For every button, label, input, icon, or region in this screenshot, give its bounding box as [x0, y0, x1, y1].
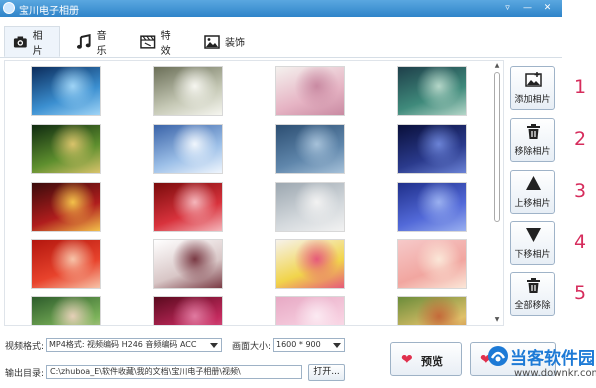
title-bar: 宝川电子相册 ▿ — ✕ [0, 0, 562, 17]
photo-thumbnail[interactable] [31, 66, 101, 116]
photo-thumbnail[interactable] [153, 124, 223, 174]
frame-size-value: 1600 * 900 [276, 340, 321, 349]
video-format-select[interactable]: MP4格式: 视频编码 H246 音频编码 ACC [46, 338, 222, 352]
photo-thumbnail[interactable] [397, 124, 467, 174]
output-dir-input[interactable]: C:\zhuboa_E\软件收藏\我的文档\宝川电子相册\视频\ [46, 365, 302, 379]
photo-thumbnail[interactable] [31, 124, 101, 174]
preview-label: 预览 [421, 355, 443, 368]
photo-thumbnail[interactable] [275, 182, 345, 232]
photo-thumbnail[interactable] [275, 296, 345, 325]
photo-thumbnail[interactable] [31, 182, 101, 232]
chevron-down-icon [210, 343, 218, 348]
remove-all-label: 全部移除 [514, 301, 551, 311]
tab-bar: 相片 音乐 特效 装饰 [0, 26, 562, 58]
close-icon[interactable]: ✕ [540, 1, 555, 15]
photo-thumbnail[interactable] [275, 66, 345, 116]
open-folder-button[interactable]: 打开... [308, 364, 345, 381]
music-note-icon [76, 33, 91, 49]
move-up-label: 上移相片 [514, 199, 551, 209]
watermark-text: 当客软件园 [510, 349, 595, 369]
tab-photos[interactable]: 相片 [4, 26, 60, 57]
add-photo-icon [525, 72, 542, 87]
move-down-label: 下移相片 [514, 250, 551, 260]
tab-photos-label: 相片 [32, 30, 43, 57]
tab-effects[interactable]: 特效 [132, 26, 188, 57]
scroll-thumb[interactable] [494, 72, 500, 222]
clapperboard-icon [140, 34, 156, 49]
remove-all-button[interactable]: 全部移除 [510, 272, 555, 316]
move-down-button[interactable]: 下移相片 [510, 221, 555, 265]
remove-photo-button[interactable]: 移除相片 [510, 118, 555, 162]
watermark: 当客软件园 www.downkr.com [486, 340, 596, 388]
photo-thumbnail[interactable] [397, 296, 467, 325]
tab-music[interactable]: 音乐 [68, 26, 124, 57]
video-format-value: MP4格式: 视频编码 H246 音频编码 ACC [49, 340, 197, 349]
minimize-icon[interactable]: — [520, 1, 535, 15]
video-format-label: 视频格式: [5, 342, 45, 352]
photo-thumbnail[interactable] [153, 182, 223, 232]
preview-button[interactable]: ❤ 预览 [390, 342, 462, 376]
photo-thumbnail[interactable] [153, 66, 223, 116]
photo-thumbnail[interactable] [397, 239, 467, 289]
photo-thumbnail[interactable] [397, 182, 467, 232]
app-logo-icon [3, 2, 15, 14]
annotation-number: 1 [574, 76, 587, 98]
photo-thumbnail[interactable] [31, 239, 101, 289]
photo-thumbnail[interactable] [275, 124, 345, 174]
arrow-down-icon [526, 228, 541, 242]
tab-effects-label: 特效 [160, 30, 171, 57]
tab-decorations-label: 装饰 [225, 38, 245, 49]
remove-photo-label: 移除相片 [514, 147, 551, 157]
output-dir-label: 输出目录: [5, 369, 45, 379]
annotation-number: 3 [574, 180, 587, 202]
photo-thumbnail[interactable] [31, 296, 101, 325]
site-logo-icon [488, 346, 508, 366]
move-up-button[interactable]: 上移相片 [510, 170, 555, 214]
photo-thumbnail[interactable] [153, 239, 223, 289]
chevron-down-icon [333, 343, 341, 348]
scroll-down-icon[interactable]: ▼ [492, 316, 502, 324]
watermark-url: www.downkr.com [514, 368, 596, 379]
menu-icon[interactable]: ▿ [500, 1, 515, 15]
photo-thumbnail[interactable] [153, 296, 223, 325]
heart-icon: ❤ [401, 352, 413, 368]
scroll-up-icon[interactable]: ▲ [492, 62, 502, 70]
window-title: 宝川电子相册 [19, 6, 79, 17]
trash-icon [527, 278, 540, 293]
picture-icon [204, 34, 220, 49]
photo-thumbnail[interactable] [397, 66, 467, 116]
output-dir-value: C:\zhuboa_E\软件收藏\我的文档\宝川电子相册\视频\ [50, 367, 241, 376]
frame-size-label: 画面大小: [232, 342, 272, 352]
annotation-number: 4 [574, 231, 587, 253]
add-photo-label: 添加相片 [514, 95, 551, 105]
frame-size-select[interactable]: 1600 * 900 [273, 338, 345, 352]
annotation-number: 5 [574, 282, 587, 304]
tab-decorations[interactable]: 装饰 [196, 26, 256, 57]
annotation-number: 2 [574, 128, 587, 150]
photo-grid [4, 60, 504, 326]
vertical-scrollbar[interactable]: ▲ ▼ [492, 62, 502, 324]
photo-thumbnail[interactable] [275, 239, 345, 289]
tab-music-label: 音乐 [96, 30, 107, 57]
camera-icon [13, 35, 27, 48]
add-photo-button[interactable]: 添加相片 [510, 66, 555, 110]
arrow-up-icon [526, 176, 541, 190]
trash-icon [527, 124, 540, 139]
